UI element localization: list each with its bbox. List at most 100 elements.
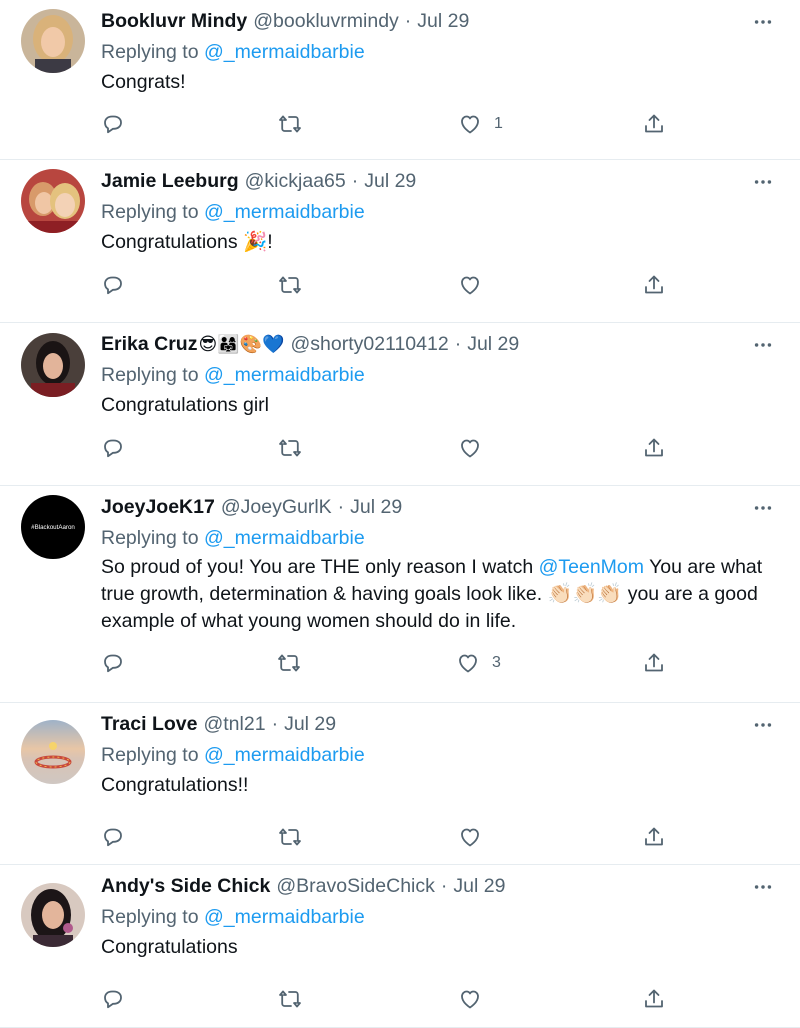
- tweet-actions: 3: [101, 646, 681, 680]
- reply-icon: [101, 436, 125, 460]
- user-handle[interactable]: @bookluvrmindy: [253, 8, 399, 34]
- more-options-button[interactable]: [746, 170, 780, 194]
- like-button[interactable]: 1: [458, 107, 503, 141]
- reply-mention-link[interactable]: @_mermaidbarbie: [204, 527, 365, 549]
- more-options-button[interactable]: [746, 10, 780, 34]
- retweet-icon: [278, 825, 302, 849]
- tweet-header: Traci Love @tnl21 · Jul 29: [101, 711, 780, 737]
- tweet[interactable]: Jamie Leeburg @kickjaa65 · Jul 29 Replyi…: [0, 160, 800, 323]
- display-name[interactable]: Erika Cruz: [101, 331, 197, 357]
- tweet-text: So proud of you! You are THE only reason…: [101, 554, 780, 635]
- tweet[interactable]: Bookluvr Mindy @bookluvrmindy · Jul 29 R…: [0, 0, 800, 160]
- user-handle[interactable]: @tnl21: [203, 711, 265, 737]
- retweet-button[interactable]: [278, 107, 302, 141]
- reply-button[interactable]: [101, 982, 125, 1016]
- display-name[interactable]: JoeyJoeK17: [101, 494, 215, 520]
- reply-button[interactable]: [101, 268, 125, 302]
- like-button[interactable]: [458, 268, 482, 302]
- like-button[interactable]: [458, 982, 482, 1016]
- avatar[interactable]: [21, 169, 85, 233]
- user-handle[interactable]: @kickjaa65: [245, 168, 346, 194]
- name-emojis: 😎👨‍👩‍👧🎨💙: [198, 334, 285, 354]
- separator: ·: [351, 170, 359, 192]
- reply-mention-link[interactable]: @_mermaidbarbie: [204, 41, 365, 63]
- more-options-button[interactable]: [746, 713, 780, 737]
- tweet-date[interactable]: Jul 29: [417, 8, 469, 34]
- retweet-button[interactable]: [278, 820, 302, 854]
- reply-button[interactable]: [101, 431, 125, 465]
- tweet[interactable]: Andy's Side Chick @BravoSideChick · Jul …: [0, 865, 800, 1028]
- display-name[interactable]: Andy's Side Chick: [101, 873, 270, 899]
- retweet-button[interactable]: [278, 268, 302, 302]
- share-button[interactable]: [642, 107, 666, 141]
- share-button[interactable]: [642, 431, 666, 465]
- tweet-date[interactable]: Jul 29: [364, 168, 416, 194]
- user-handle[interactable]: @BravoSideChick: [276, 873, 435, 899]
- avatar-image: [21, 720, 85, 784]
- like-button[interactable]: [458, 820, 482, 854]
- heart-icon: [458, 112, 482, 136]
- reply-button[interactable]: [101, 646, 125, 680]
- display-name[interactable]: Jamie Leeburg: [101, 168, 239, 194]
- tweet[interactable]: #BlackoutAaron JoeyJoeK17 @JoeyGurlK · J…: [0, 486, 800, 703]
- reply-mention-link[interactable]: @_mermaidbarbie: [204, 364, 365, 386]
- reply-mention-link[interactable]: @_mermaidbarbie: [204, 201, 365, 223]
- tweet-date[interactable]: Jul 29: [350, 494, 402, 520]
- avatar[interactable]: #BlackoutAaron: [21, 495, 85, 559]
- share-icon: [642, 273, 666, 297]
- heart-icon: [458, 987, 482, 1011]
- retweet-icon: [278, 987, 302, 1011]
- retweet-button[interactable]: [278, 982, 302, 1016]
- reply-icon: [101, 651, 125, 675]
- share-button[interactable]: [642, 982, 666, 1016]
- user-handle[interactable]: @shorty02110412: [290, 331, 448, 357]
- display-name[interactable]: Traci Love: [101, 711, 197, 737]
- reply-button[interactable]: [101, 107, 125, 141]
- tweet-header: Jamie Leeburg @kickjaa65 · Jul 29: [101, 168, 780, 194]
- retweet-button[interactable]: [278, 431, 302, 465]
- share-button[interactable]: [642, 820, 666, 854]
- more-options-button[interactable]: [746, 496, 780, 520]
- avatar[interactable]: [21, 720, 85, 784]
- ellipsis-icon: [752, 714, 774, 736]
- more-options-button[interactable]: [746, 875, 780, 899]
- retweet-icon: [278, 436, 302, 460]
- reply-icon: [101, 987, 125, 1011]
- tweet[interactable]: Erika Cruz 😎👨‍👩‍👧🎨💙 @shorty02110412 · Ju…: [0, 323, 800, 486]
- tweet-text: Congratulations!!: [101, 774, 249, 796]
- replying-to: Replying to @_mermaidbarbie: [101, 525, 780, 551]
- tweet-header: Bookluvr Mindy @bookluvrmindy · Jul 29: [101, 8, 780, 34]
- reply-mention-link[interactable]: @_mermaidbarbie: [204, 906, 365, 928]
- tweet-text: Congratulations 🎉!: [101, 228, 780, 256]
- tweet[interactable]: Traci Love @tnl21 · Jul 29 Replying to @…: [0, 703, 800, 865]
- avatar[interactable]: [21, 883, 85, 947]
- tweet-text: Congrats!: [101, 71, 186, 93]
- reply-button[interactable]: [101, 820, 125, 854]
- display-name[interactable]: Bookluvr Mindy: [101, 8, 247, 34]
- avatar[interactable]: [21, 9, 85, 73]
- tweet-actions: 1: [101, 107, 681, 141]
- reply-mention-link[interactable]: @_mermaidbarbie: [204, 744, 365, 766]
- reply-feed: Bookluvr Mindy @bookluvrmindy · Jul 29 R…: [0, 0, 800, 1028]
- tweet-date[interactable]: Jul 29: [467, 331, 519, 357]
- like-count: 1: [494, 115, 503, 132]
- user-handle[interactable]: @JoeyGurlK: [221, 494, 332, 520]
- avatar-image: [21, 169, 85, 233]
- tweet-date[interactable]: Jul 29: [284, 711, 336, 737]
- heart-icon: [458, 273, 482, 297]
- share-button[interactable]: [642, 268, 666, 302]
- retweet-button[interactable]: [277, 646, 301, 680]
- share-button[interactable]: [642, 646, 666, 680]
- separator: ·: [271, 713, 279, 735]
- share-icon: [642, 651, 666, 675]
- more-options-button[interactable]: [746, 333, 780, 357]
- tweet-date[interactable]: Jul 29: [453, 873, 505, 899]
- reply-icon: [101, 112, 125, 136]
- replying-to-label: Replying to: [101, 744, 199, 766]
- avatar[interactable]: [21, 333, 85, 397]
- teenmom-mention-link[interactable]: @TeenMom: [539, 556, 644, 578]
- like-button[interactable]: 3: [456, 646, 501, 680]
- avatar-text: #BlackoutAaron: [31, 524, 75, 531]
- replying-to: Replying to @_mermaidbarbie: [101, 904, 780, 930]
- like-button[interactable]: [458, 431, 482, 465]
